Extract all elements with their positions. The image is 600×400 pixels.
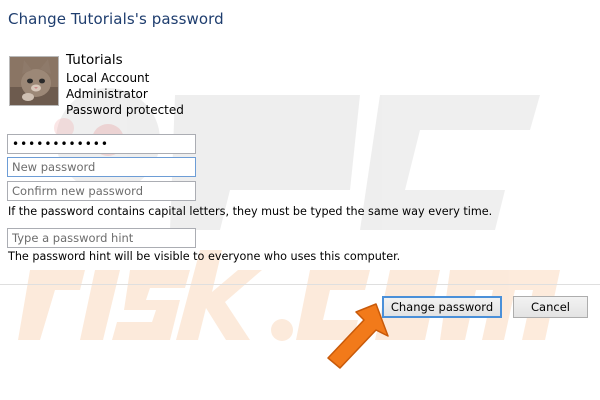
pointer-arrow-icon xyxy=(327,303,389,369)
account-status: Password protected xyxy=(66,103,184,117)
kitten-avatar-icon xyxy=(9,56,59,106)
account-name: Tutorials xyxy=(66,52,123,68)
hint-visibility-note: The password hint will be visible to eve… xyxy=(8,250,401,263)
dialog-title: Change Tutorials's password xyxy=(8,10,224,28)
account-type: Local Account xyxy=(66,71,150,85)
cancel-button[interactable]: Cancel xyxy=(513,296,588,318)
new-password-input[interactable] xyxy=(7,157,196,177)
divider xyxy=(0,284,600,285)
current-password-input[interactable] xyxy=(7,134,196,154)
change-password-button[interactable]: Change password xyxy=(382,296,502,318)
password-hint-input[interactable] xyxy=(7,228,196,248)
account-info: Tutorials Local Account Administrator Pa… xyxy=(66,52,184,118)
confirm-password-input[interactable] xyxy=(7,181,196,201)
capital-letters-note: If the password contains capital letters… xyxy=(8,205,493,218)
account-role: Administrator xyxy=(66,87,148,101)
